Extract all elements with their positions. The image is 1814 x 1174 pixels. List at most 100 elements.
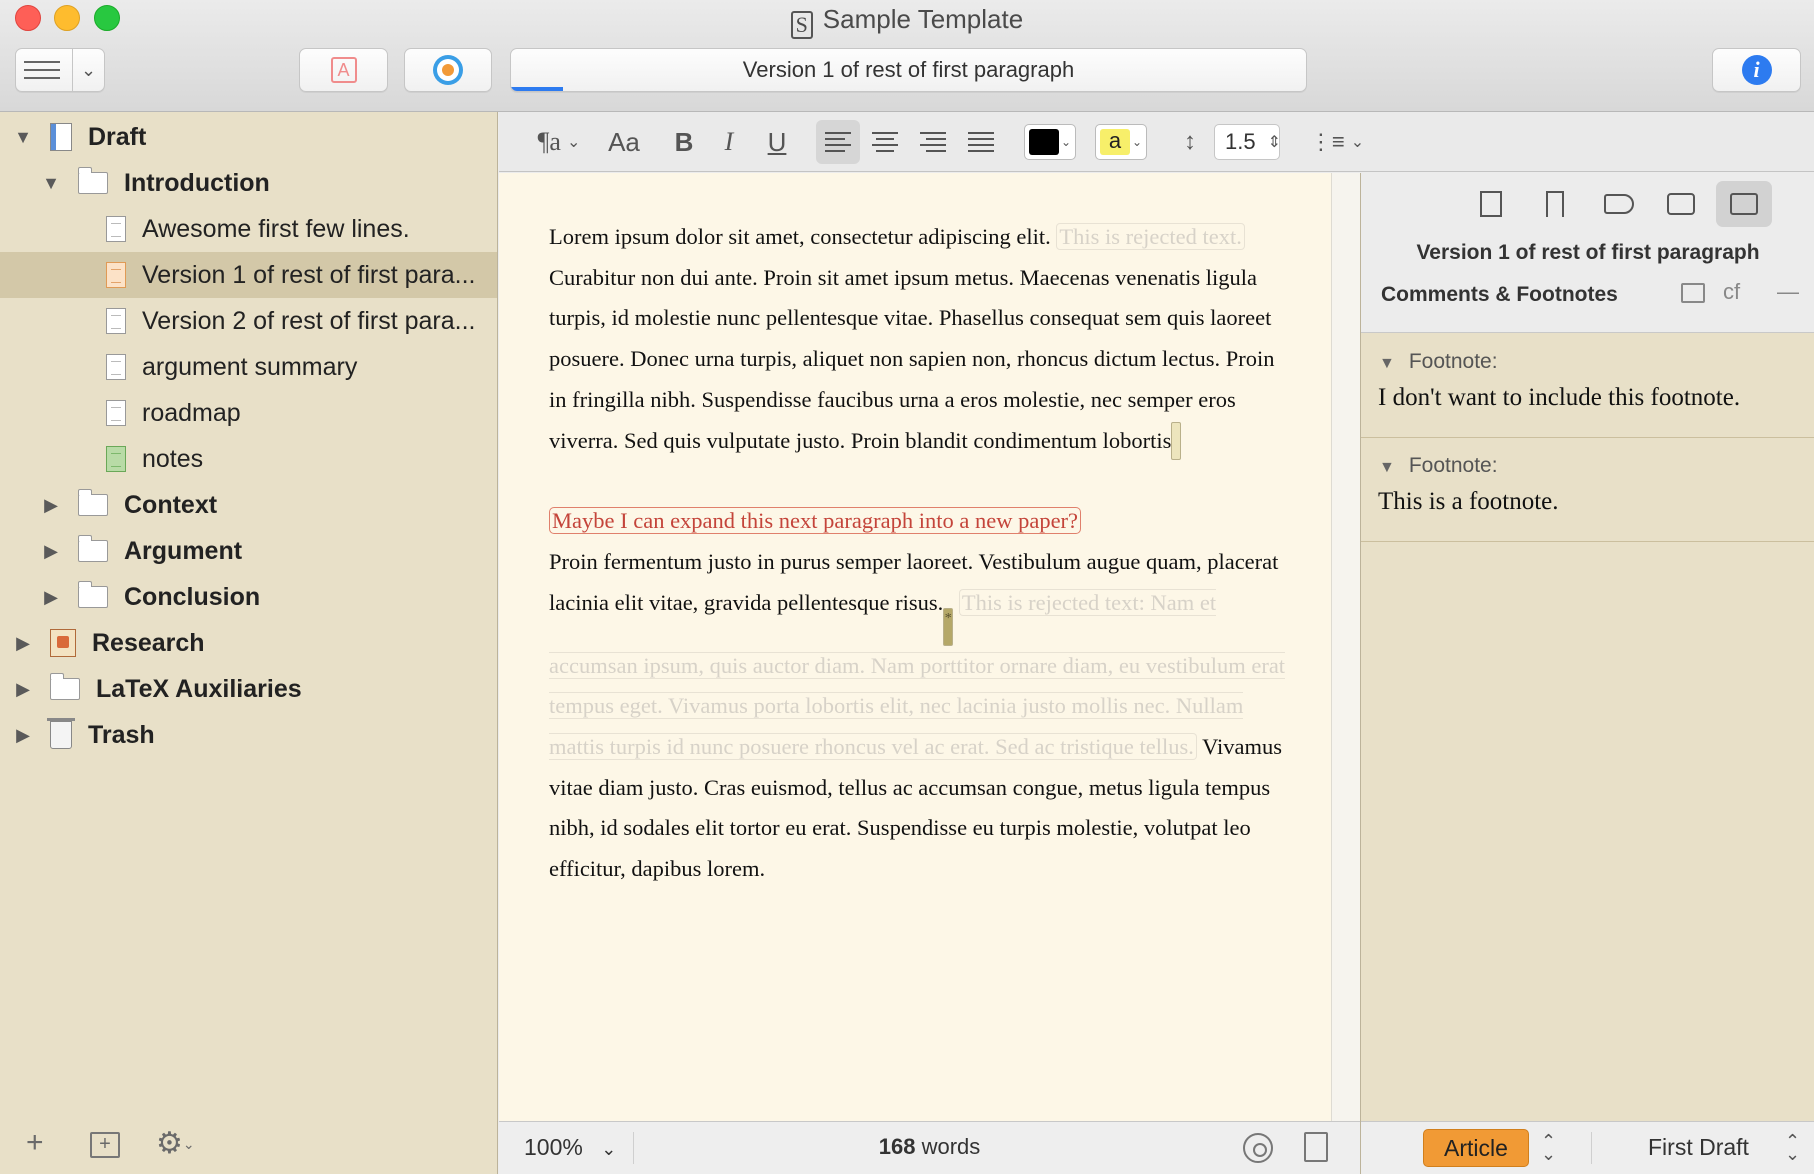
disclosure-open-icon[interactable]: ▼ [40, 173, 62, 194]
document-orange-icon [106, 262, 126, 288]
footnote-card[interactable]: ▼ Footnote: This is a footnote. [1361, 438, 1814, 542]
document-title-field[interactable]: Version 1 of rest of first paragraph [510, 48, 1307, 92]
gear-icon[interactable]: ⚙⌄ [156, 1126, 195, 1161]
disclosure-triangle-icon[interactable]: ▼ [1379, 459, 1395, 476]
inline-note-line: Maybe I can expand this next paragraph i… [549, 501, 1289, 542]
footnote-text[interactable]: This is a footnote. [1378, 488, 1559, 516]
binder-item-label: argument summary [142, 352, 358, 381]
binder-item[interactable]: argument summary [0, 344, 497, 390]
editor-text[interactable]: Lorem ipsum dolor sit amet, consectetur … [549, 217, 1289, 930]
list-bullets-button[interactable]: ⋮≡ ⌄ [1307, 120, 1367, 164]
folder-icon [78, 535, 108, 562]
line-spacing-field[interactable]: 1.5 ⇕ [1207, 120, 1287, 164]
binder-item[interactable]: ▶ LaTeX Auxiliaries [0, 666, 497, 712]
view-mode-button[interactable]: ⌄ [15, 48, 105, 92]
remove-icon[interactable]: — [1777, 279, 1799, 305]
align-right-icon [920, 132, 946, 152]
document-icon [106, 400, 126, 426]
delete-document-icon[interactable] [1304, 1132, 1328, 1162]
binder-item[interactable]: ▶ Argument [0, 528, 497, 574]
disclosure-open-icon[interactable]: ▼ [12, 127, 34, 148]
folder-icon [50, 673, 80, 700]
binder-item[interactable]: notes [0, 436, 497, 482]
paragraph-style-glyph: ¶a [537, 127, 561, 156]
disclosure-closed-icon[interactable]: ▶ [40, 495, 62, 516]
text-editor[interactable]: Lorem ipsum dolor sit amet, consectetur … [499, 173, 1331, 1121]
add-footnote-button[interactable]: cf [1723, 279, 1740, 305]
footnote-text[interactable]: I don't want to include this footnote. [1378, 384, 1740, 412]
binder-item[interactable]: ▶ Conclusion [0, 574, 497, 620]
info-icon: i [1741, 55, 1772, 85]
label-stepper-icon[interactable]: ⌃ ⌄ [1541, 1132, 1556, 1163]
bold-glyph: B [674, 126, 694, 157]
highlight-swatch-frame: a ⌄ [1095, 124, 1147, 160]
inspector-header: Version 1 of rest of first paragraph Com… [1361, 173, 1814, 333]
chevron-down-icon[interactable]: ⌄ [81, 60, 96, 81]
tab-bookmarks[interactable] [1527, 181, 1583, 227]
research-icon [50, 629, 76, 657]
binder-item[interactable]: Version 1 of rest of first para... [0, 252, 497, 298]
bullet-list-icon: ⋮≡ [1309, 129, 1345, 154]
disclosure-closed-icon[interactable]: ▶ [40, 587, 62, 608]
text-color-well[interactable]: ⌄ [1023, 120, 1077, 164]
binder-item[interactable]: ▶ Research [0, 620, 497, 666]
italic-button[interactable]: I [709, 120, 749, 164]
add-comment-icon[interactable] [1681, 283, 1705, 303]
binder-list: ▼ Draft ▼ Introduction Awesome first few lin… [0, 114, 497, 758]
footer-divider [1591, 1132, 1592, 1164]
paragraph-style-menu[interactable]: ¶a ⌄ [529, 120, 589, 164]
disclosure-closed-icon[interactable]: ▶ [12, 679, 34, 700]
comment-actions: cf — [1681, 277, 1814, 317]
binder-item[interactable]: ▼ Draft [0, 114, 497, 160]
footnote-anchor[interactable]: * [943, 607, 954, 646]
tab-comments[interactable] [1716, 181, 1772, 227]
paragraph-2[interactable]: Proin fermentum justo in purus semper la… [549, 542, 1289, 890]
status-stepper-icon[interactable]: ⌃ ⌄ [1785, 1132, 1800, 1163]
paragraph-1[interactable]: Lorem ipsum dolor sit amet, consectetur … [549, 217, 1289, 461]
add-item-icon[interactable]: + [26, 1126, 44, 1160]
bookmark-icon [1546, 191, 1564, 217]
binder-item-label: Version 1 of rest of first para... [142, 260, 476, 289]
format-button[interactable]: A [299, 48, 388, 92]
binder-item-label: LaTeX Auxiliaries [96, 674, 302, 703]
bold-button[interactable]: B [664, 120, 704, 164]
document-target-icon[interactable] [1243, 1133, 1273, 1163]
align-left-button[interactable] [816, 120, 860, 164]
inspector-toggle-button[interactable]: i [1712, 48, 1801, 92]
binder-item[interactable]: ▼ Introduction [0, 160, 497, 206]
fonts-button[interactable]: Aa [599, 120, 649, 164]
binder-item[interactable]: Awesome first few lines. [0, 206, 497, 252]
align-right-button[interactable] [911, 120, 955, 164]
align-center-button[interactable] [863, 120, 907, 164]
text-color-swatch [1029, 129, 1059, 155]
line-spacing-icon: ↕ [1184, 128, 1196, 155]
document-green-icon [106, 446, 126, 472]
justify-button[interactable] [959, 120, 1003, 164]
stepper-icon[interactable]: ⇕ [1268, 132, 1281, 152]
rejected-revision-text[interactable]: This is rejected text. [1056, 223, 1245, 250]
line-spacing-box: 1.5 ⇕ [1214, 124, 1281, 160]
binder-item[interactable]: Version 2 of rest of first para... [0, 298, 497, 344]
add-folder-icon[interactable]: + [90, 1132, 120, 1158]
editor-scrollbar[interactable] [1331, 173, 1360, 1121]
disclosure-closed-icon[interactable]: ▶ [12, 725, 34, 746]
underline-button[interactable]: U [757, 120, 797, 164]
comment-anchor[interactable] [1171, 421, 1182, 460]
status-popup-button[interactable]: First Draft [1648, 1134, 1749, 1161]
binder-item[interactable]: ▶ Context [0, 482, 497, 528]
disclosure-closed-icon[interactable]: ▶ [12, 633, 34, 654]
tab-snapshots[interactable] [1653, 181, 1709, 227]
binder-item[interactable]: ▶ Trash [0, 712, 497, 758]
binder-item[interactable]: roadmap [0, 390, 497, 436]
project-targets-button[interactable] [404, 48, 492, 92]
disclosure-closed-icon[interactable]: ▶ [40, 541, 62, 562]
tab-metadata[interactable] [1591, 181, 1647, 227]
label-popup-button[interactable]: Article [1423, 1129, 1529, 1167]
inline-annotation[interactable]: Maybe I can expand this next paragraph i… [549, 507, 1082, 535]
disclosure-triangle-icon[interactable]: ▼ [1379, 355, 1395, 372]
footnote-card[interactable]: ▼ Footnote: I don't want to include this … [1361, 334, 1814, 438]
highlight-color-well[interactable]: a ⌄ [1094, 120, 1148, 164]
tab-notes[interactable] [1463, 181, 1519, 227]
document-icon [106, 354, 126, 380]
binder-item-label: Introduction [124, 168, 270, 197]
